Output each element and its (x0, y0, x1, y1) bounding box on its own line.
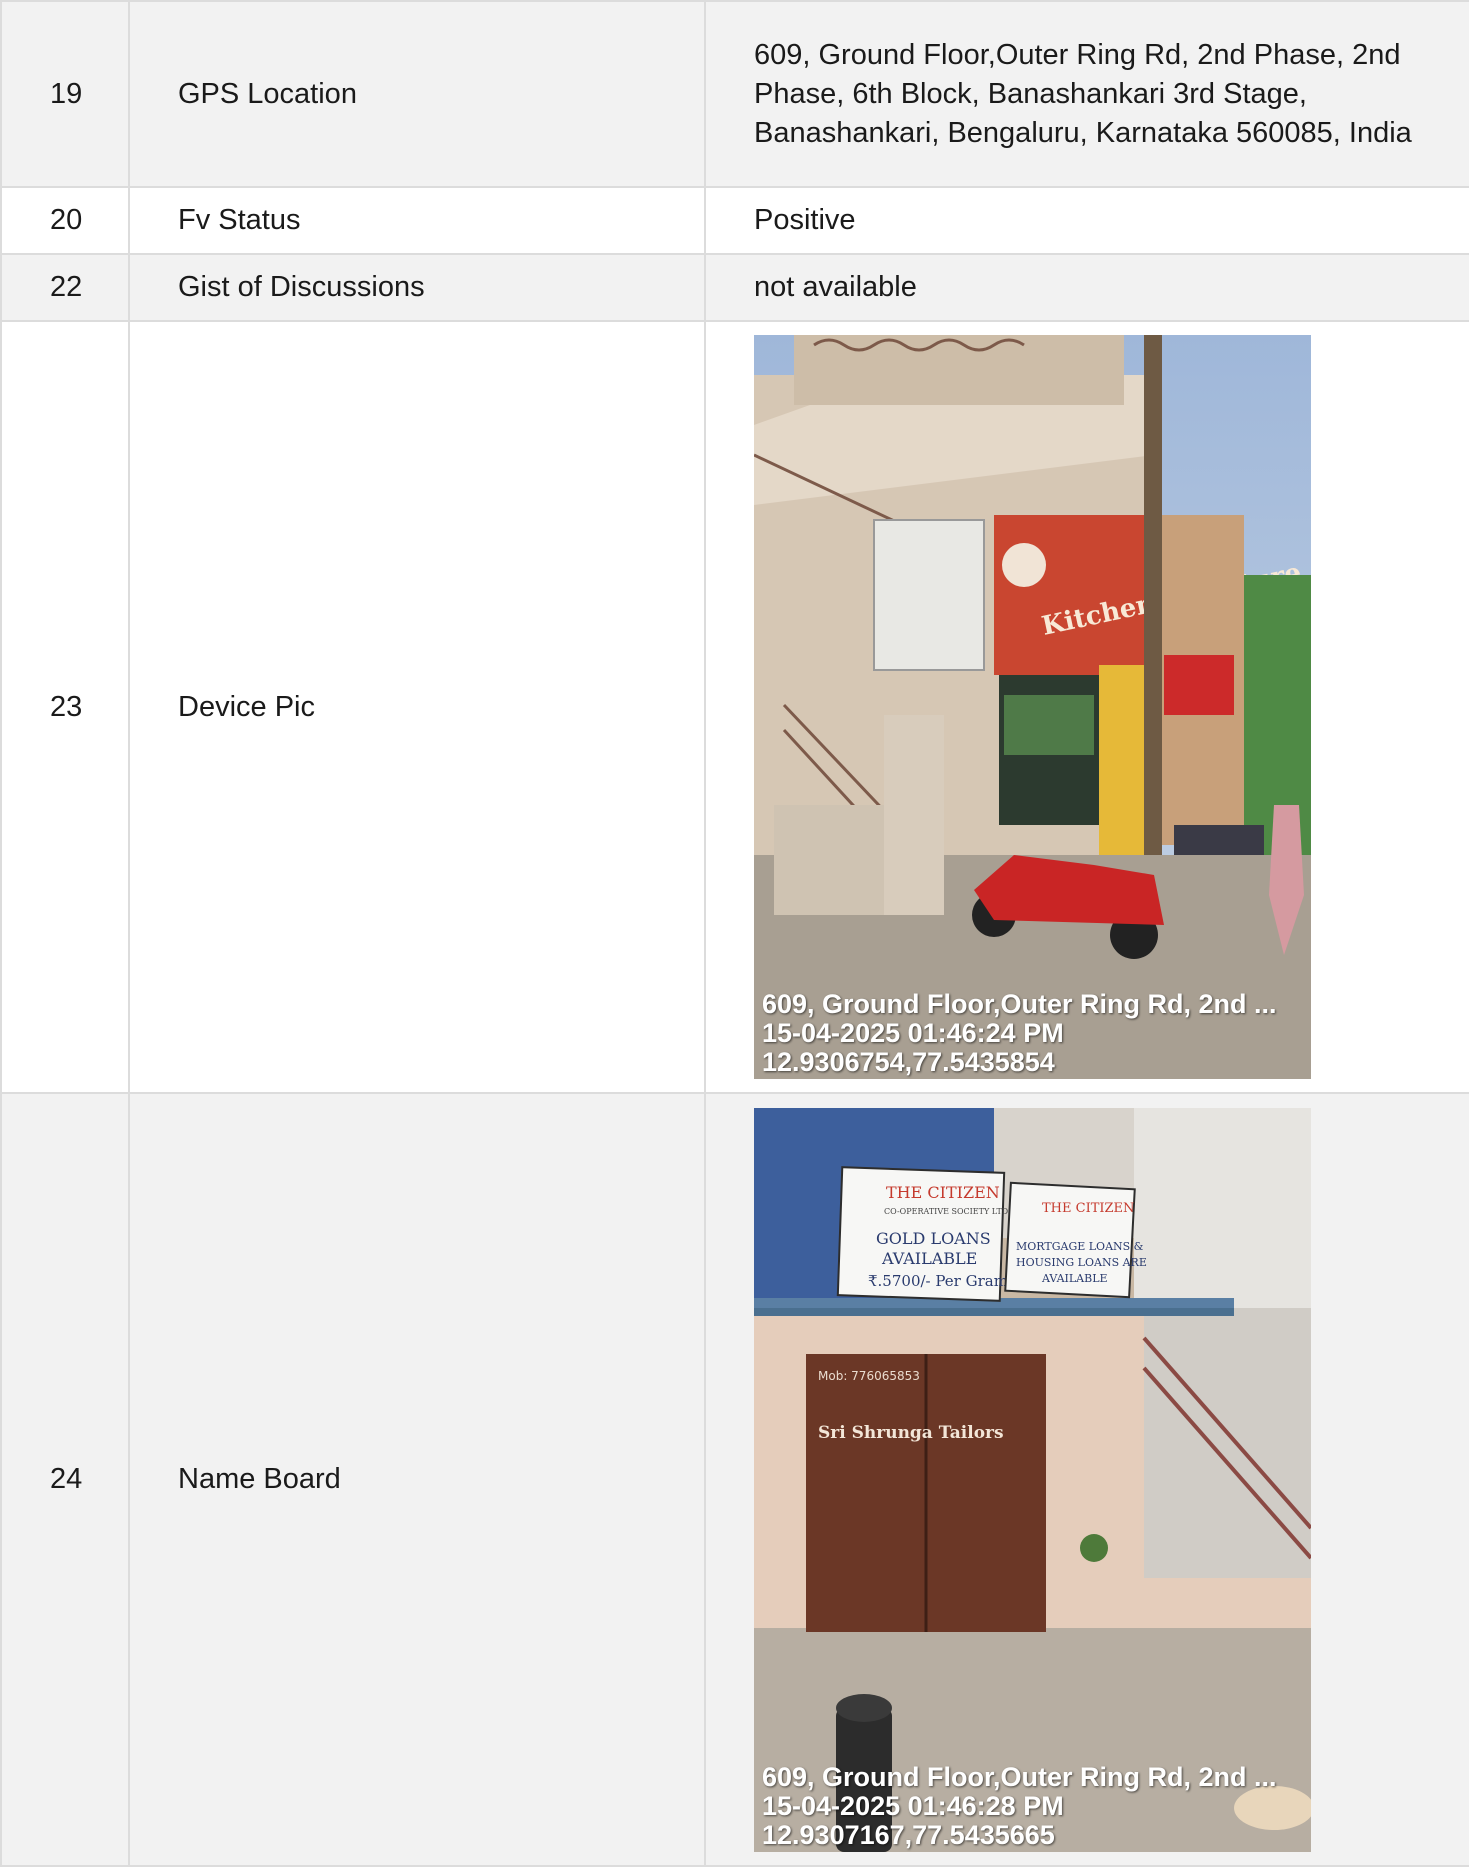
table-row: 24 Name Board Mob: 776065853 Sri Shrunga… (0, 1092, 1469, 1867)
field-label: Fv Status (128, 186, 706, 255)
sign-gold-line3: ₹.5700/- Per Gram (868, 1272, 1008, 1290)
sign-housing-line2: HOUSING LOANS ARE (1016, 1256, 1147, 1269)
sign-housing-title: THE CITIZEN (1042, 1201, 1134, 1216)
photo-cell: Mob: 776065853 Sri Shrunga Tailors THE C… (704, 1092, 1469, 1867)
device-photo: Kitchen Furniture (754, 335, 1311, 1079)
field-label: Device Pic (128, 320, 706, 1094)
field-value: not available (704, 253, 1469, 322)
sign-gold-line1: GOLD LOANS (876, 1229, 991, 1248)
name-board-illustration: Mob: 776065853 Sri Shrunga Tailors THE C… (754, 1107, 1311, 1852)
row-number: 22 (0, 253, 130, 322)
row-number: 23 (0, 320, 130, 1094)
field-value: Positive (704, 186, 1469, 255)
field-label: GPS Location (128, 0, 706, 188)
stamp-address: 609, Ground Floor,Outer Ring Rd, 2nd ... (762, 1761, 1277, 1792)
sign-gold-line2: AVAILABLE (881, 1249, 977, 1268)
photo-cell: Kitchen Furniture (704, 320, 1469, 1094)
door-mobile-text: Mob: 776065853 (818, 1369, 920, 1383)
storefront-illustration: Kitchen Furniture (754, 335, 1311, 1079)
field-label: Gist of Discussions (128, 253, 706, 322)
stamp-datetime: 15-04-2025 01:46:28 PM (762, 1790, 1064, 1821)
door-shop-name: Sri Shrunga Tailors (818, 1423, 1004, 1443)
row-number: 24 (0, 1092, 130, 1867)
sign-housing-line1: MORTGAGE LOANS & (1016, 1240, 1144, 1253)
table-row: 20 Fv Status Positive (0, 186, 1469, 255)
stamp-datetime: 15-04-2025 01:46:24 PM (762, 1018, 1064, 1048)
row-number: 19 (0, 0, 130, 188)
stamp-coordinates: 12.9306754,77.5435854 (762, 1047, 1055, 1077)
sign-housing-line3: AVAILABLE (1041, 1272, 1108, 1285)
name-board-photo: Mob: 776065853 Sri Shrunga Tailors THE C… (754, 1107, 1311, 1852)
stamp-address: 609, Ground Floor,Outer Ring Rd, 2nd ... (762, 989, 1277, 1019)
table-row: 22 Gist of Discussions not available (0, 253, 1469, 322)
row-number: 20 (0, 186, 130, 255)
table-row: 23 Device Pic Kitchen 609, Ground Floor,… (0, 320, 1469, 1094)
photo-stamp: 609, Ground Floor,Outer Ring Rd, 2nd ...… (762, 1761, 1277, 1850)
sign-gold-title: THE CITIZEN (886, 1183, 1000, 1202)
stamp-coordinates: 12.9307167,77.5435665 (762, 1819, 1055, 1850)
field-value: 609, Ground Floor,Outer Ring Rd, 2nd Pha… (704, 0, 1469, 188)
photo-stamp: 609, Ground Floor,Outer Ring Rd, 2nd ...… (762, 990, 1277, 1077)
field-label: Name Board (128, 1092, 706, 1867)
table-row: 19 GPS Location 609, Ground Floor,Outer … (0, 0, 1469, 188)
sign-gold-subtitle: CO-OPERATIVE SOCIETY LTD. (884, 1207, 1010, 1216)
report-table: 19 GPS Location 609, Ground Floor,Outer … (0, 0, 1469, 1867)
